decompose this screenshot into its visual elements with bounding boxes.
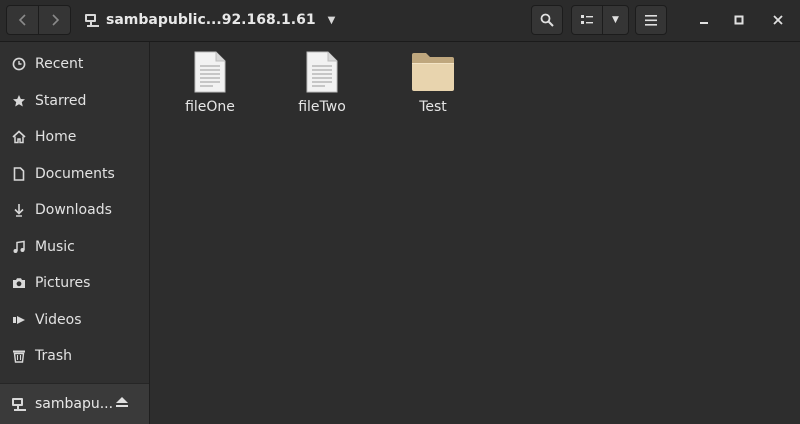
location-path-label: sambapublic...92.168.1.61 [106, 12, 316, 28]
trash-icon [10, 347, 28, 365]
folder-name: Test [419, 99, 447, 115]
sidebar-item-label: Videos [35, 312, 82, 328]
chevron-right-icon [51, 14, 59, 26]
close-button[interactable] [767, 9, 789, 31]
file-item-fileone[interactable]: fileOne [160, 50, 260, 120]
sidebar-item-label: Home [35, 129, 77, 145]
caret-down-icon[interactable]: ▼ [328, 15, 336, 26]
search-button[interactable] [531, 5, 563, 35]
eject-icon[interactable] [115, 396, 129, 412]
sidebar-item-pictures[interactable]: Pictures [0, 265, 149, 301]
chevron-left-icon [18, 14, 26, 26]
music-icon [10, 238, 28, 256]
sidebar-item-music[interactable]: Music [0, 229, 149, 265]
minimize-icon [700, 22, 708, 24]
sidebar-item-label: Documents [35, 166, 115, 182]
view-list-icon [581, 15, 593, 24]
sidebar-item-recent[interactable]: Recent [0, 46, 149, 82]
sidebar-item-label: Pictures [35, 275, 91, 291]
clock-icon [10, 55, 28, 73]
home-icon [10, 128, 28, 146]
minimize-button[interactable] [693, 9, 715, 31]
camera-icon [10, 274, 28, 292]
file-item-filetwo[interactable]: fileTwo [272, 50, 372, 120]
caret-down-icon: ▼ [612, 15, 619, 25]
sidebar-item-trash[interactable]: Trash [0, 338, 149, 374]
download-icon [10, 201, 28, 219]
close-icon [773, 15, 783, 25]
location-path-button[interactable]: sambapublic...92.168.1.61 ▼ [84, 5, 335, 35]
sidebar-item-label: Downloads [35, 202, 112, 218]
sidebar-item-label: Starred [35, 93, 87, 109]
file-view: fileOne fileTwo Test [150, 42, 800, 424]
sidebar-item-label: Recent [35, 56, 84, 72]
main-menu-button[interactable] [635, 5, 667, 35]
file-item-test-folder[interactable]: Test [383, 50, 483, 120]
sidebar-item-label: sambapu... [35, 396, 114, 412]
file-name: fileTwo [298, 99, 346, 115]
sidebar-item-label: Trash [35, 348, 72, 364]
header-bar: sambapublic...92.168.1.61 ▼ ▼ [0, 0, 800, 42]
maximize-icon [734, 15, 744, 25]
sidebar-item-network-mount[interactable]: sambapu... [0, 384, 149, 424]
file-name: fileOne [185, 99, 235, 115]
hamburger-icon [645, 14, 657, 26]
view-mode-button[interactable] [571, 5, 603, 35]
sidebar-item-documents[interactable]: Documents [0, 156, 149, 192]
maximize-button[interactable] [728, 9, 750, 31]
sidebar-item-starred[interactable]: Starred [0, 83, 149, 119]
search-icon [540, 13, 554, 27]
sidebar-item-label: Music [35, 239, 75, 255]
document-icon [10, 165, 28, 183]
video-icon [10, 311, 28, 329]
star-icon [10, 92, 28, 110]
document-icon [188, 50, 232, 94]
forward-button[interactable] [38, 5, 71, 35]
back-button[interactable] [6, 5, 39, 35]
view-options-dropdown[interactable]: ▼ [602, 5, 629, 35]
sidebar-item-home[interactable]: Home [0, 119, 149, 155]
sidebar: Recent Starred Home Documents Downloads … [0, 42, 150, 424]
sidebar-item-downloads[interactable]: Downloads [0, 192, 149, 228]
navigation-buttons [6, 5, 71, 35]
network-drive-icon [85, 14, 99, 27]
folder-icon [411, 50, 455, 94]
sidebar-item-videos[interactable]: Videos [0, 302, 149, 338]
network-drive-icon [10, 395, 28, 413]
document-icon [300, 50, 344, 94]
